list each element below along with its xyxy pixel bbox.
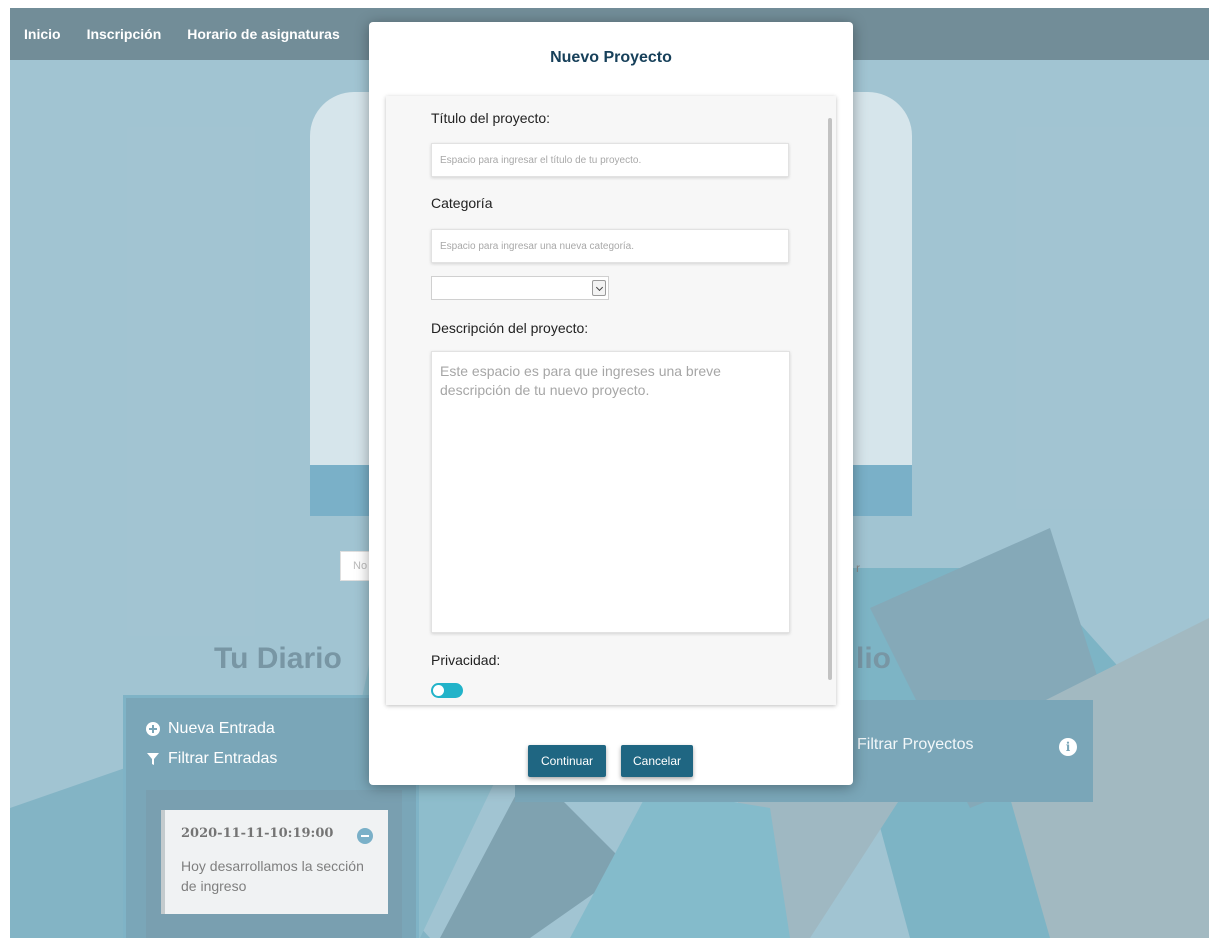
- cancel-button[interactable]: Cancelar: [621, 745, 693, 777]
- chevron-down-icon[interactable]: [592, 280, 606, 296]
- description-label: Descripción del proyecto:: [431, 320, 589, 336]
- new-project-modal: Nuevo Proyecto Título del proyecto: Espa…: [369, 22, 853, 785]
- privacy-label: Privacidad:: [431, 652, 501, 668]
- continue-button[interactable]: Continuar: [528, 745, 606, 777]
- project-title-input[interactable]: Espacio para ingresar el título de tu pr…: [431, 143, 789, 177]
- project-title-label: Título del proyecto:: [431, 110, 551, 126]
- category-select[interactable]: [431, 276, 609, 300]
- description-textarea[interactable]: Este espacio es para que ingreses una br…: [431, 351, 790, 633]
- form-scrollbar[interactable]: [828, 118, 832, 680]
- category-label: Categoría: [431, 195, 493, 211]
- privacy-toggle[interactable]: [431, 683, 463, 698]
- page: Inicio Inscripción Horario de asignatura…: [10, 8, 1209, 938]
- modal-title: Nuevo Proyecto: [550, 49, 672, 66]
- modal-form: Título del proyecto: Espacio para ingres…: [386, 96, 836, 705]
- category-input[interactable]: Espacio para ingresar una nueva categorí…: [431, 229, 789, 263]
- privacy-toggle-knob: [433, 685, 444, 696]
